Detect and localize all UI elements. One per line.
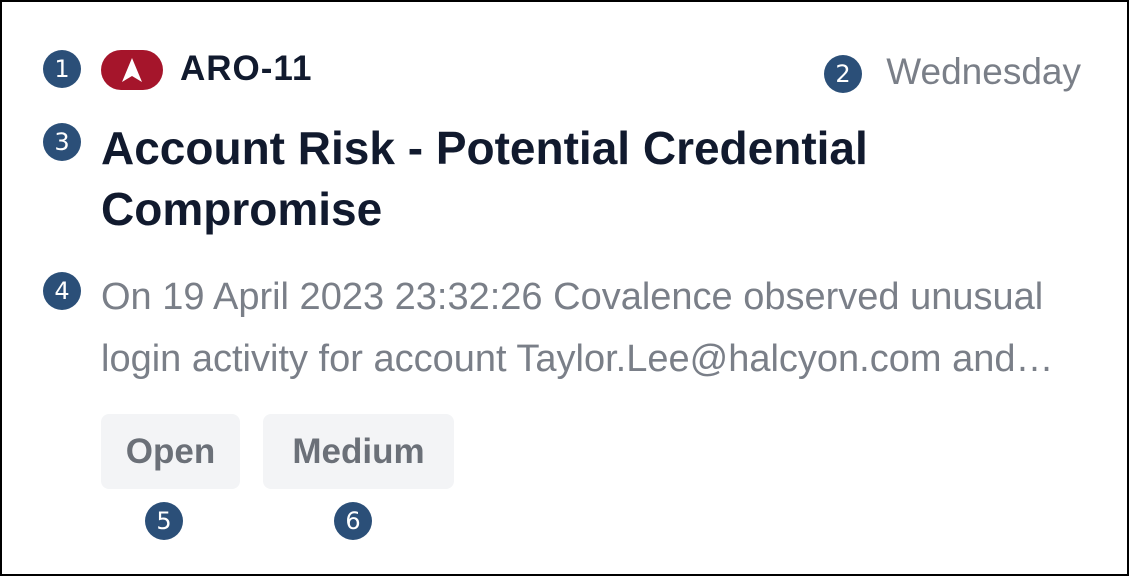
callout-marker-4: 4 (43, 272, 81, 310)
arrow-up-icon (122, 58, 142, 82)
callout-marker-6: 6 (334, 502, 372, 540)
alert-description: On 19 April 2023 23:32:26 Covalence obse… (101, 276, 1044, 380)
callout-marker-3: 3 (43, 123, 81, 161)
status-tag[interactable]: Open (101, 414, 240, 489)
alert-title[interactable]: Account Risk - Potential Credential Comp… (101, 118, 1061, 240)
priority-tag[interactable]: Medium (263, 414, 454, 489)
callout-marker-1: 1 (43, 50, 81, 88)
alert-date: Wednesday (886, 51, 1081, 92)
alert-id: ARO-11 (180, 49, 313, 88)
callout-marker-5: 5 (145, 502, 183, 540)
callout-marker-2: 2 (824, 55, 862, 93)
severity-badge (101, 50, 163, 90)
alert-card[interactable]: 1 ARO-11 2 Wednesday 3 Account Risk - Po… (0, 0, 1129, 576)
